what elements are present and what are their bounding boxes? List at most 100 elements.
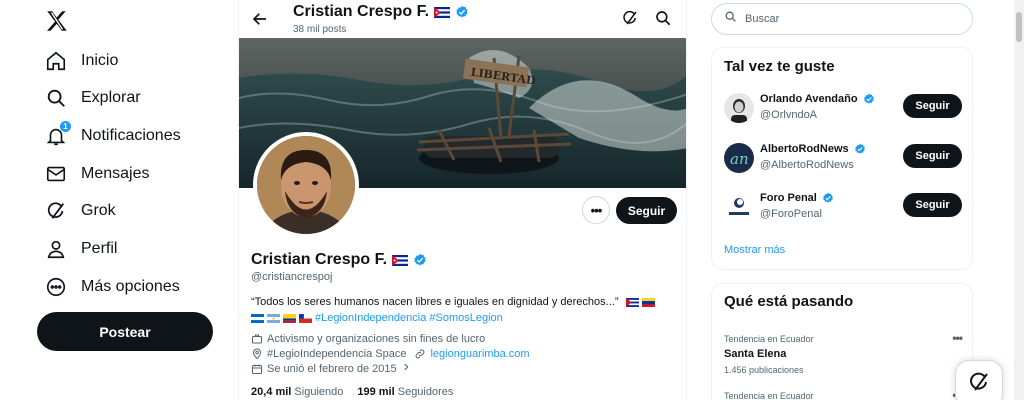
follow-button[interactable]: Seguir: [903, 94, 962, 118]
chevron-right-icon[interactable]: [401, 362, 411, 375]
verified-badge-icon: [854, 143, 865, 154]
page-scrollbar[interactable]: [1014, 0, 1024, 400]
post-button[interactable]: Postear: [37, 312, 213, 351]
nav-item-notificaciones[interactable]: 1 Notificaciones: [44, 118, 181, 154]
nav-item-grok[interactable]: Grok: [44, 193, 116, 229]
calendar-icon: [251, 363, 263, 375]
profile-avatar[interactable]: [253, 132, 359, 238]
person-icon: [44, 237, 68, 261]
suggestion-name: Orlando Avendaño: [760, 93, 875, 105]
trend-item[interactable]: Tendencia en Ecuador Santa Elena 1.456 p…: [724, 331, 963, 375]
verified-badge-icon: [456, 5, 468, 18]
trend-context: Tendencia en Ecuador: [724, 334, 814, 344]
suggestion-name: AlbertoRodNews: [760, 143, 866, 155]
grok-floating-button[interactable]: [955, 360, 1003, 400]
more-circle-icon: [44, 275, 68, 299]
cuba-flag-icon: [434, 6, 451, 18]
nav-label: Más opciones: [81, 278, 180, 295]
bell-icon: 1: [44, 120, 72, 148]
location-text: #LegioIndependencia Space: [267, 348, 407, 360]
trends-card: Qué está pasando Tendencia en Ecuador Sa…: [711, 283, 973, 400]
profile-name-text: Cristian Crespo F.: [251, 251, 388, 268]
suggestion-handle: @ForoPenal: [760, 208, 822, 220]
header-profile-name: Cristian Crespo F.: [293, 3, 469, 21]
profile-location-website: #LegioIndependencia Space legionguarimba…: [251, 348, 530, 360]
joined-text: Se unió el febrero de 2015: [267, 362, 397, 375]
profile-joined: Se unió el febrero de 2015: [251, 362, 411, 375]
bio-text: “Todos los seres humanos nacen libres e …: [251, 296, 619, 308]
verified-badge-icon: [863, 93, 874, 104]
website-link[interactable]: legionguarimba.com: [430, 348, 529, 360]
follow-button[interactable]: Seguir: [903, 193, 962, 217]
nav-item-perfil[interactable]: Perfil: [44, 231, 117, 267]
link-icon: [414, 348, 426, 360]
following-count[interactable]: 20,4 mil Siguiendo: [251, 386, 343, 398]
show-more-link[interactable]: Mostrar más: [724, 244, 785, 256]
grok-icon: [967, 370, 991, 399]
x-logo-icon[interactable]: [44, 8, 70, 34]
nav-label: Mensajes: [81, 165, 150, 182]
nav-item-inicio[interactable]: Inicio: [44, 43, 118, 79]
nav-item-explorar[interactable]: Explorar: [44, 80, 141, 116]
nav-label: Inicio: [81, 52, 119, 69]
suggestion-item[interactable]: Orlando Avendaño @OrlvndoA Seguir: [724, 93, 962, 131]
nav-label: Grok: [81, 202, 116, 219]
avatar[interactable]: an: [724, 143, 754, 173]
briefcase-icon: [251, 333, 263, 345]
verified-badge-icon: [414, 253, 426, 266]
search-icon: [44, 86, 68, 110]
venezuela-flag-icon: [641, 297, 655, 307]
colombia-flag-icon: [283, 313, 296, 323]
cuba-flag-icon: [625, 297, 639, 307]
svg-text:an: an: [730, 150, 749, 168]
nav-item-mensajes[interactable]: Mensajes: [44, 156, 149, 192]
profile-column: LIBERTAD Cristian Crespo F. 38 mil posts: [238, 0, 687, 400]
search-input[interactable]: [745, 13, 945, 25]
suggestion-handle: @AlbertoRodNews: [760, 159, 854, 171]
bio-flags: #LegionIndependencia #SomosLegion: [251, 312, 503, 324]
follow-counts: 20,4 mil Siguiendo 199 mil Seguidores: [251, 386, 453, 398]
suggestion-name: Foro Penal: [760, 192, 834, 204]
profile-handle: @cristiancrespoj: [251, 271, 333, 283]
trend-more-icon[interactable]: •••: [952, 331, 963, 345]
search-box[interactable]: [711, 3, 973, 35]
grok-icon: [44, 199, 68, 223]
avatar[interactable]: [724, 192, 754, 222]
back-arrow-icon[interactable]: [251, 10, 269, 28]
header-name-text: Cristian Crespo F.: [293, 3, 430, 20]
followers-count[interactable]: 199 mil Seguidores: [357, 386, 453, 398]
right-sidebar: Tal vez te guste Orlando Avendaño @Orlvn…: [687, 0, 1024, 400]
trend-item[interactable]: Tendencia en Ecuador •••: [724, 388, 963, 400]
suggestion-handle: @OrlvndoA: [760, 109, 818, 121]
profile-name: Cristian Crespo F.: [251, 251, 427, 269]
header-post-count: 38 mil posts: [293, 24, 347, 35]
avatar[interactable]: [724, 93, 754, 123]
nav-item-mas-opciones[interactable]: Más opciones: [44, 269, 180, 305]
chile-flag-icon: [299, 313, 312, 323]
trend-title: Santa Elena: [724, 348, 787, 360]
suggestion-item[interactable]: Foro Penal @ForoPenal Seguir: [724, 192, 962, 230]
category-text: Activismo y organizaciones sin fines de …: [267, 333, 486, 345]
suggestion-item[interactable]: an AlbertoRodNews @AlbertoRodNews Seguir: [724, 143, 962, 181]
bio-hashtags[interactable]: #LegionIndependencia #SomosLegion: [315, 312, 503, 324]
grok-icon[interactable]: [621, 9, 641, 29]
follow-button[interactable]: Seguir: [616, 197, 677, 224]
profile-category: Activismo y organizaciones sin fines de …: [251, 333, 485, 345]
more-options-button[interactable]: •••: [582, 196, 610, 224]
argentina-flag-icon: [267, 313, 280, 323]
nav-label: Explorar: [81, 89, 141, 106]
follow-button[interactable]: Seguir: [903, 144, 962, 168]
scrollbar-thumb[interactable]: [1016, 12, 1022, 42]
profile-bio: “Todos los seres humanos nacen libres e …: [251, 294, 681, 326]
who-to-follow-card: Tal vez te guste Orlando Avendaño @Orlvn…: [711, 47, 973, 270]
search-icon: [724, 10, 737, 28]
trends-title: Qué está pasando: [724, 293, 854, 310]
trend-count: 1.456 publicaciones: [724, 365, 804, 375]
nicaragua-flag-icon: [251, 313, 264, 323]
profile-header-bar: Cristian Crespo F. 38 mil posts: [239, 0, 686, 38]
search-icon[interactable]: [654, 9, 674, 29]
trend-context: Tendencia en Ecuador: [724, 391, 814, 400]
who-to-follow-title: Tal vez te guste: [724, 58, 835, 75]
ellipsis-icon: •••: [590, 202, 603, 218]
cuba-flag-icon: [392, 254, 409, 266]
